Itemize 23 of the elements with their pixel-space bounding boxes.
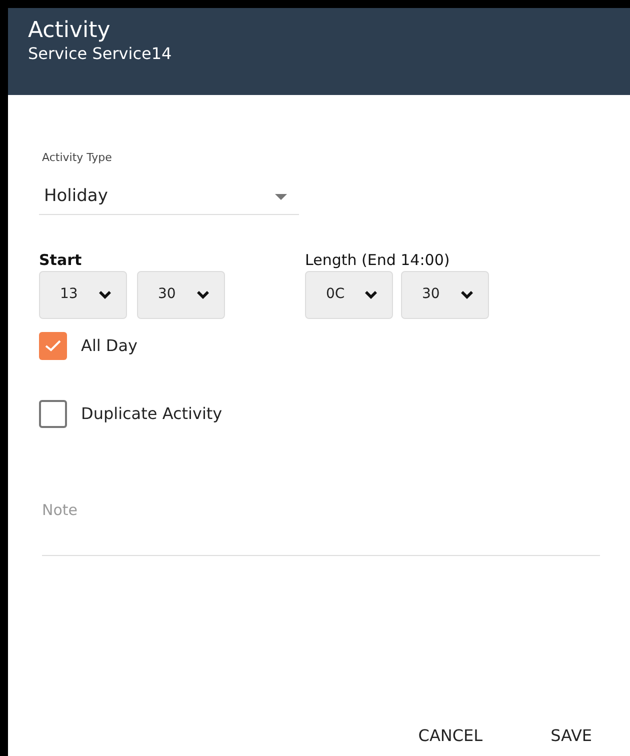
time-select[interactable]: 0C xyxy=(305,270,393,318)
note-field[interactable]: Note xyxy=(42,496,600,556)
time-select[interactable]: 30 xyxy=(137,270,225,318)
checkbox-label: Duplicate Activity xyxy=(81,402,222,424)
time-select[interactable]: 13 xyxy=(39,270,127,318)
length-label: Length (End 14:00) xyxy=(305,250,451,270)
activity-type-select[interactable]: Holiday xyxy=(39,180,299,214)
chevron-down-icon xyxy=(98,290,112,300)
save-button[interactable]: SAVE xyxy=(546,720,596,752)
start-label: Start xyxy=(39,250,83,270)
checkbox[interactable] xyxy=(39,332,67,360)
dropdown-icon xyxy=(275,194,287,200)
chevron-down-icon xyxy=(196,290,210,300)
check-icon xyxy=(45,340,61,352)
time-select[interactable]: 30 xyxy=(401,270,489,318)
checkbox-label: All Day xyxy=(81,334,138,356)
chevron-down-icon xyxy=(364,290,378,300)
dialog-title: Activity xyxy=(28,18,112,44)
checkbox[interactable] xyxy=(39,400,67,428)
cancel-button[interactable]: CANCEL xyxy=(414,720,487,752)
dialog-subtitle: Service Service14 xyxy=(28,44,173,64)
chevron-down-icon xyxy=(460,290,474,300)
field-label: Activity Type xyxy=(41,150,113,166)
